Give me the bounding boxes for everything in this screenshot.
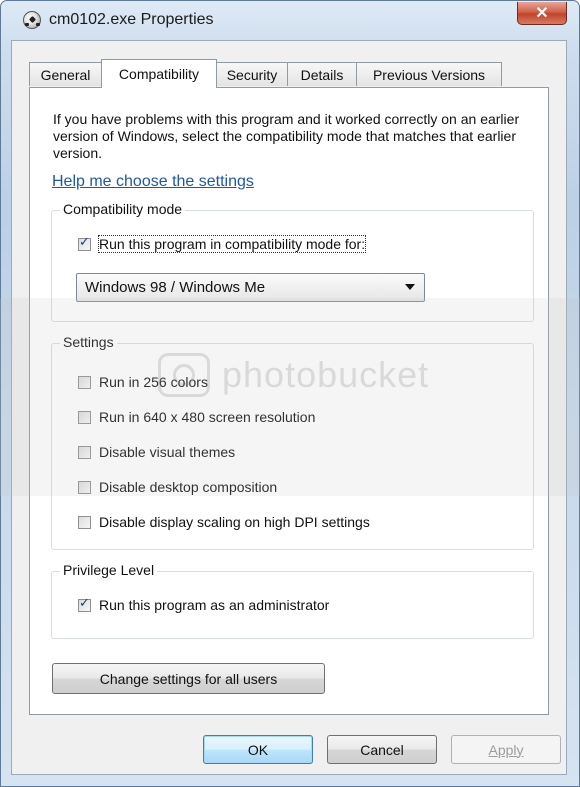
run-as-admin-checkbox[interactable]: [78, 596, 91, 612]
camera-icon: [158, 353, 210, 397]
watermark-logo: photobucket: [222, 354, 430, 395]
tab-label: Security: [226, 66, 278, 83]
compat-mode-checkbox-label: Run this program in compatibility mode f…: [97, 235, 367, 253]
button-label: OK: [247, 741, 269, 758]
os-select-value: Windows 98 / Windows Me: [85, 279, 266, 296]
watermark-band: [0, 298, 580, 496]
run-as-admin-label: Run this program as an administrator: [99, 597, 330, 613]
tab-general[interactable]: General: [29, 62, 102, 86]
help-link[interactable]: Help me choose the settings: [52, 173, 254, 191]
compat-mode-checkbox-row[interactable]: Run this program in compatibility mode f…: [78, 235, 367, 253]
tab-security[interactable]: Security: [216, 62, 288, 86]
chevron-down-icon: [405, 284, 415, 290]
tab-label: Previous Versions: [372, 66, 486, 83]
cancel-button[interactable]: Cancel: [327, 735, 437, 764]
privilege-level-label: Privilege Level: [60, 562, 158, 578]
checkbox-label: Disable display scaling on high DPI sett…: [99, 514, 370, 530]
change-settings-all-users-button[interactable]: Change settings for all users: [52, 663, 325, 694]
title-bar[interactable]: cm0102.exe Properties ✕: [1, 1, 579, 41]
tab-compatibility[interactable]: Compatibility: [101, 59, 217, 88]
tab-previous-versions[interactable]: Previous Versions: [356, 62, 502, 86]
admin-checkbox-row[interactable]: Run this program as an administrator: [78, 596, 330, 613]
compatibility-mode-label: Compatibility mode: [60, 201, 186, 217]
tab-label: Details: [300, 66, 344, 83]
button-label: Cancel: [360, 741, 404, 758]
setting-row-dpi-scaling[interactable]: Disable display scaling on high DPI sett…: [78, 514, 370, 530]
close-button[interactable]: ✕: [517, 2, 567, 25]
intro-text: If you have problems with this program a…: [53, 111, 520, 161]
tab-label: General: [40, 66, 91, 83]
compat-mode-checkbox[interactable]: [78, 235, 91, 251]
tab-label: Compatibility: [118, 66, 200, 82]
window-title: cm0102.exe Properties: [49, 11, 214, 28]
app-icon: [23, 11, 41, 29]
ok-button[interactable]: OK: [203, 735, 313, 764]
tab-details[interactable]: Details: [287, 62, 357, 86]
button-label: Apply: [488, 741, 524, 758]
apply-button[interactable]: Apply: [451, 735, 561, 764]
button-label: Change settings for all users: [99, 670, 278, 687]
close-icon: ✕: [535, 5, 549, 22]
checkbox-dpi-scaling[interactable]: [78, 515, 91, 529]
